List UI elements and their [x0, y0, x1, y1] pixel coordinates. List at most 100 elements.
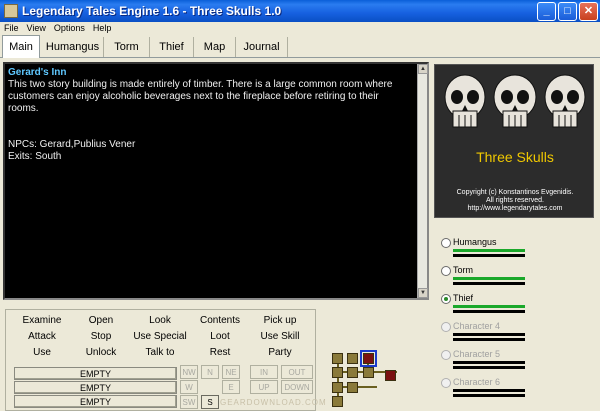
tab-torm[interactable]: Torm	[104, 37, 150, 57]
copyright-url[interactable]: http://www.legendarytales.com	[435, 205, 595, 213]
character-name: Character 5	[453, 349, 501, 359]
cmd-use-skill[interactable]: Use Skill	[261, 331, 300, 342]
mana-bar	[453, 310, 525, 313]
map-room	[347, 382, 358, 393]
mana-bar	[453, 282, 525, 285]
tab-map[interactable]: Map	[194, 37, 236, 57]
cmd-stop[interactable]: Stop	[91, 331, 112, 342]
cmd-unlock[interactable]: Unlock	[86, 347, 117, 358]
menu-help[interactable]: Help	[89, 23, 116, 33]
mana-bar	[453, 254, 525, 257]
dir-sw-button[interactable]: SW	[180, 395, 198, 409]
character-torm[interactable]: Torm	[441, 264, 596, 292]
tab-strip: Main Humangus Torm Thief Map Journal	[0, 34, 600, 58]
copyright-line-1: Copyright (c) Konstantinos Evgenidis.	[456, 189, 574, 196]
cmd-rest[interactable]: Rest	[210, 347, 231, 358]
cmd-use-special[interactable]: Use Special	[133, 331, 186, 342]
map-room	[347, 353, 358, 364]
cmd-pick-up[interactable]: Pick up	[264, 315, 297, 326]
menu-options[interactable]: Options	[50, 23, 89, 33]
party-list: Humangus Torm Thief Character 4 Characte…	[441, 236, 596, 404]
menu-file[interactable]: File	[0, 23, 23, 33]
close-button[interactable]: ✕	[579, 1, 598, 21]
text-scrollbar[interactable]: ▲ ▼	[417, 64, 428, 298]
dir-up-button[interactable]: UP	[250, 380, 278, 394]
character-name: Character 6	[453, 377, 501, 387]
title-panel: Three Skulls Copyright (c) Konstantinos …	[434, 64, 594, 218]
map-room	[347, 367, 358, 378]
npc-list: NPCs: Gerard,Publius Vener	[8, 139, 136, 150]
health-bar	[453, 277, 525, 280]
inventory-slot-2[interactable]: EMPTY	[14, 381, 177, 394]
radio-character-4	[441, 322, 451, 332]
cmd-look[interactable]: Look	[149, 315, 171, 326]
dir-ne-button[interactable]: NE	[222, 365, 240, 379]
app-icon	[4, 4, 18, 18]
character-name: Torm	[453, 265, 473, 275]
character-thief[interactable]: Thief	[441, 292, 596, 320]
cmd-examine[interactable]: Examine	[23, 315, 62, 326]
location-description: This two story building is made entirely…	[8, 79, 393, 114]
command-panel: Examine Open Look Contents Pick up Attac…	[5, 309, 316, 411]
map-room	[385, 370, 396, 381]
radio-character-5	[441, 350, 451, 360]
copyright-line-2: All rights reserved.	[486, 197, 544, 204]
inventory-slot-3[interactable]: EMPTY	[14, 395, 177, 408]
mana-bar	[453, 366, 525, 369]
scroll-down-icon[interactable]: ▼	[418, 288, 428, 298]
maximize-button[interactable]: □	[558, 1, 577, 21]
inventory-slot-1[interactable]: EMPTY	[14, 367, 177, 380]
map-room	[332, 382, 343, 393]
dir-e-button[interactable]: E	[222, 380, 240, 394]
cmd-use[interactable]: Use	[33, 347, 51, 358]
tab-humangus[interactable]: Humangus	[42, 37, 104, 57]
dir-down-button[interactable]: DOWN	[281, 380, 313, 394]
map-room	[332, 367, 343, 378]
character-5: Character 5	[441, 348, 596, 376]
mini-map[interactable]	[323, 341, 403, 411]
health-bar	[453, 305, 525, 308]
cmd-contents[interactable]: Contents	[200, 315, 240, 326]
exit-list: Exits: South	[8, 151, 62, 162]
dir-s-button[interactable]: S	[201, 395, 219, 409]
minimize-button[interactable]: _	[537, 1, 556, 21]
character-name: Character 4	[453, 321, 501, 331]
map-room	[363, 367, 374, 378]
window-title: Legendary Tales Engine 1.6 - Three Skull…	[22, 4, 282, 18]
character-humangus[interactable]: Humangus	[441, 236, 596, 264]
dir-n-button[interactable]: N	[201, 365, 219, 379]
character-4: Character 4	[441, 320, 596, 348]
game-title: Three Skulls	[476, 149, 554, 165]
radio-humangus[interactable]	[441, 238, 451, 248]
character-6: Character 6	[441, 376, 596, 404]
menu-view[interactable]: View	[23, 23, 50, 33]
title-bar[interactable]: Legendary Tales Engine 1.6 - Three Skull…	[0, 0, 600, 22]
cmd-attack[interactable]: Attack	[28, 331, 56, 342]
dir-out-button[interactable]: OUT	[281, 365, 313, 379]
scroll-up-icon[interactable]: ▲	[418, 64, 428, 74]
tab-main[interactable]: Main	[2, 35, 40, 58]
dir-nw-button[interactable]: NW	[180, 365, 198, 379]
radio-torm[interactable]	[441, 266, 451, 276]
cmd-talk-to[interactable]: Talk to	[146, 347, 175, 358]
map-current-room	[360, 350, 377, 367]
tab-thief[interactable]: Thief	[150, 37, 194, 57]
watermark: GEARDOWNLOAD.COM	[220, 398, 327, 407]
mana-bar	[453, 394, 525, 397]
health-bar	[453, 361, 525, 364]
radio-thief[interactable]	[441, 294, 451, 304]
cmd-party[interactable]: Party	[268, 347, 291, 358]
game-text-output[interactable]: Gerard's Inn This two story building is …	[3, 62, 429, 300]
cmd-open[interactable]: Open	[89, 315, 113, 326]
cmd-loot[interactable]: Loot	[210, 331, 229, 342]
menu-bar: File View Options Help	[0, 22, 600, 34]
location-name: Gerard's Inn	[8, 67, 67, 78]
copyright-text: Copyright (c) Konstantinos Evgenidis. Al…	[435, 189, 595, 213]
tab-journal[interactable]: Journal	[236, 37, 288, 57]
mana-bar	[453, 338, 525, 341]
three-skulls-image	[444, 74, 586, 128]
dir-in-button[interactable]: IN	[250, 365, 278, 379]
health-bar	[453, 389, 525, 392]
dir-w-button[interactable]: W	[180, 380, 198, 394]
health-bar	[453, 333, 525, 336]
